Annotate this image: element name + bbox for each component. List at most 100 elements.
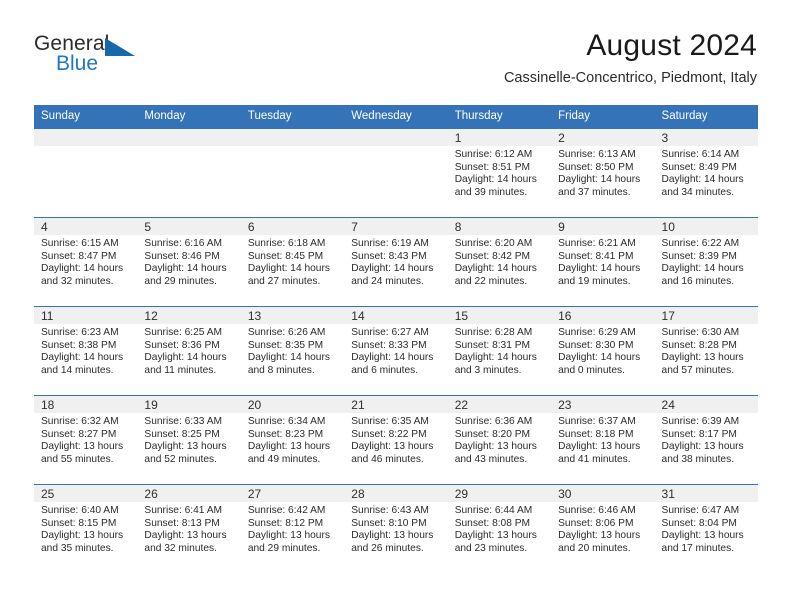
- day-number: 29: [447, 485, 552, 502]
- day-sun-info: Sunrise: 6:39 AM Sunset: 8:17 PM Daylight:…: [655, 413, 758, 466]
- day-sun-info: Sunrise: 6:32 AM Sunset: 8:27 PM Daylight:…: [34, 413, 137, 466]
- daylight-duration-line2: and 22 minutes.: [454, 275, 528, 287]
- day-sun-info: Sunrise: 6:33 AM Sunset: 8:25 PM Daylight:…: [137, 413, 240, 466]
- day-number: 3: [654, 129, 758, 146]
- weekday-header-thursday: Thursday: [447, 105, 552, 129]
- daylight-duration-line2: and 35 minutes.: [41, 542, 114, 554]
- calendar-day-cell[interactable]: 16 Sunrise: 6:29 AM Sunset: 8:30 PM Dayligh…: [551, 306, 655, 396]
- sunset-time: Sunset: 8:13 PM: [144, 517, 220, 529]
- calendar-day-cell[interactable]: 2 Sunrise: 6:13 AM Sunset: 8:50 PM Daylight…: [551, 128, 655, 218]
- calendar-day-cell[interactable]: 6 Sunrise: 6:18 AM Sunset: 8:45 PM Daylight…: [240, 217, 345, 307]
- calendar-day-cell[interactable]: 30 Sunrise: 6:46 AM Sunset: 8:06 PM Dayligh…: [551, 484, 655, 574]
- day-sun-info: Sunrise: 6:15 AM Sunset: 8:47 PM Daylight:…: [34, 235, 137, 288]
- day-number: 20: [240, 396, 345, 413]
- day-number: 27: [240, 485, 345, 502]
- sunset-time: Sunset: 8:31 PM: [454, 339, 531, 351]
- sunset-time: Sunset: 8:18 PM: [558, 428, 634, 440]
- day-box: 3 Sunrise: 6:14 AM Sunset: 8:49 PM Daylight…: [654, 129, 758, 217]
- daylight-duration-line2: and 38 minutes.: [661, 453, 735, 465]
- day-number: 18: [34, 396, 138, 413]
- daylight-duration-line1: Daylight: 13 hours: [454, 530, 537, 542]
- calendar-day-cell[interactable]: 14 Sunrise: 6:27 AM Sunset: 8:33 PM Dayligh…: [344, 306, 448, 396]
- calendar-week-row: 25 Sunrise: 6:40 AM Sunset: 8:15 PM Dayligh…: [34, 484, 758, 574]
- daylight-duration-line1: Daylight: 14 hours: [41, 352, 124, 364]
- calendar-day-cell[interactable]: 8 Sunrise: 6:20 AM Sunset: 8:42 PM Daylight…: [447, 217, 552, 307]
- calendar-day-cell[interactable]: 18 Sunrise: 6:32 AM Sunset: 8:27 PM Dayligh…: [34, 395, 138, 485]
- sunrise-time: Sunrise: 6:27 AM: [351, 327, 429, 338]
- daylight-duration-line1: Daylight: 14 hours: [454, 352, 537, 364]
- daylight-duration-line2: and 55 minutes.: [41, 453, 114, 465]
- day-number: [240, 129, 345, 146]
- daylight-duration-line1: Daylight: 13 hours: [351, 530, 434, 542]
- weekday-header-wednesday: Wednesday: [344, 105, 448, 129]
- calendar-day-cell[interactable]: 12 Sunrise: 6:25 AM Sunset: 8:36 PM Dayligh…: [137, 306, 241, 396]
- sunrise-time: Sunrise: 6:37 AM: [558, 416, 636, 427]
- calendar-day-cell[interactable]: 26 Sunrise: 6:41 AM Sunset: 8:13 PM Dayligh…: [137, 484, 241, 574]
- sunset-time: Sunset: 8:39 PM: [661, 250, 737, 262]
- daylight-duration-line2: and 29 minutes.: [144, 275, 217, 287]
- sunset-time: Sunset: 8:04 PM: [661, 517, 737, 529]
- weekday-header-monday: Monday: [137, 105, 241, 129]
- calendar-day-cell[interactable]: 1 Sunrise: 6:12 AM Sunset: 8:51 PM Daylight…: [447, 128, 552, 218]
- day-box: 7 Sunrise: 6:19 AM Sunset: 8:43 PM Daylight…: [344, 218, 448, 306]
- sunrise-time: Sunrise: 6:39 AM: [661, 416, 740, 427]
- calendar-day-cell[interactable]: 3 Sunrise: 6:14 AM Sunset: 8:49 PM Daylight…: [654, 128, 758, 218]
- sunset-time: Sunset: 8:25 PM: [144, 428, 220, 440]
- daylight-duration-line2: and 41 minutes.: [558, 453, 631, 465]
- calendar-day-cell[interactable]: 11 Sunrise: 6:23 AM Sunset: 8:38 PM Dayligh…: [34, 306, 138, 396]
- daylight-duration-line2: and 19 minutes.: [558, 275, 631, 287]
- calendar-day-cell[interactable]: 22 Sunrise: 6:36 AM Sunset: 8:20 PM Dayligh…: [447, 395, 552, 485]
- calendar-day-cell[interactable]: 23 Sunrise: 6:37 AM Sunset: 8:18 PM Dayligh…: [551, 395, 655, 485]
- calendar-day-cell[interactable]: 19 Sunrise: 6:33 AM Sunset: 8:25 PM Dayligh…: [137, 395, 241, 485]
- day-sun-info: Sunrise: 6:16 AM Sunset: 8:46 PM Daylight:…: [137, 235, 240, 288]
- sunrise-time: Sunrise: 6:16 AM: [144, 238, 223, 249]
- calendar-week-row: 1 Sunrise: 6:12 AM Sunset: 8:51 PM Daylight…: [34, 128, 758, 218]
- title-block: August 2024 Cassinelle-Concentrico, Pied…: [504, 28, 757, 87]
- daylight-duration-line1: Daylight: 13 hours: [247, 441, 330, 453]
- calendar-day-cell[interactable]: 4 Sunrise: 6:15 AM Sunset: 8:47 PM Daylight…: [34, 217, 138, 307]
- sunrise-time: Sunrise: 6:33 AM: [144, 416, 223, 427]
- calendar-day-cell[interactable]: 25 Sunrise: 6:40 AM Sunset: 8:15 PM Dayligh…: [34, 484, 138, 574]
- page-header: General Blue August 2024 Cassinelle-Conc…: [34, 28, 757, 98]
- calendar-day-cell[interactable]: 21 Sunrise: 6:35 AM Sunset: 8:22 PM Dayligh…: [344, 395, 448, 485]
- day-box: 21 Sunrise: 6:35 AM Sunset: 8:22 PM Dayligh…: [344, 396, 448, 484]
- day-number: 10: [654, 218, 758, 235]
- daylight-duration-line2: and 46 minutes.: [351, 453, 424, 465]
- sunrise-time: Sunrise: 6:12 AM: [454, 149, 533, 160]
- daylight-duration-line2: and 49 minutes.: [247, 453, 321, 465]
- day-box: 20 Sunrise: 6:34 AM Sunset: 8:23 PM Dayligh…: [240, 396, 345, 484]
- calendar-day-cell[interactable]: 9 Sunrise: 6:21 AM Sunset: 8:41 PM Daylight…: [551, 217, 655, 307]
- daylight-duration-line1: Daylight: 14 hours: [247, 263, 330, 275]
- calendar-day-cell[interactable]: 7 Sunrise: 6:19 AM Sunset: 8:43 PM Daylight…: [344, 217, 448, 307]
- calendar-day-cell[interactable]: 20 Sunrise: 6:34 AM Sunset: 8:23 PM Dayligh…: [240, 395, 345, 485]
- calendar-day-cell[interactable]: 28 Sunrise: 6:43 AM Sunset: 8:10 PM Dayligh…: [344, 484, 448, 574]
- daylight-duration-line1: Daylight: 13 hours: [41, 530, 124, 542]
- sunset-time: Sunset: 8:41 PM: [558, 250, 634, 262]
- daylight-duration-line1: Daylight: 14 hours: [661, 174, 744, 186]
- calendar-day-cell[interactable]: 10 Sunrise: 6:22 AM Sunset: 8:39 PM Dayligh…: [654, 217, 758, 307]
- day-box: [240, 129, 345, 217]
- daylight-duration-line2: and 23 minutes.: [454, 542, 528, 554]
- calendar-day-cell[interactable]: 27 Sunrise: 6:42 AM Sunset: 8:12 PM Dayligh…: [240, 484, 345, 574]
- day-number: [34, 129, 138, 146]
- calendar-day-cell[interactable]: 5 Sunrise: 6:16 AM Sunset: 8:46 PM Daylight…: [137, 217, 241, 307]
- sunrise-time: Sunrise: 6:18 AM: [247, 238, 326, 249]
- day-box: 12 Sunrise: 6:25 AM Sunset: 8:36 PM Dayligh…: [137, 307, 241, 395]
- calendar-day-cell[interactable]: 29 Sunrise: 6:44 AM Sunset: 8:08 PM Dayligh…: [447, 484, 552, 574]
- day-box: 11 Sunrise: 6:23 AM Sunset: 8:38 PM Dayligh…: [34, 307, 138, 395]
- calendar-day-cell[interactable]: 15 Sunrise: 6:28 AM Sunset: 8:31 PM Dayligh…: [447, 306, 552, 396]
- brand-logo[interactable]: General Blue: [34, 32, 194, 88]
- calendar-day-cell[interactable]: 31 Sunrise: 6:47 AM Sunset: 8:04 PM Dayligh…: [654, 484, 758, 574]
- calendar-day-cell[interactable]: [240, 128, 345, 218]
- day-number: 17: [654, 307, 758, 324]
- day-box: 19 Sunrise: 6:33 AM Sunset: 8:25 PM Dayligh…: [137, 396, 241, 484]
- calendar-day-cell[interactable]: [34, 128, 138, 218]
- calendar-day-cell[interactable]: 24 Sunrise: 6:39 AM Sunset: 8:17 PM Dayligh…: [654, 395, 758, 485]
- sunset-time: Sunset: 8:15 PM: [41, 517, 117, 529]
- calendar-day-cell[interactable]: [137, 128, 241, 218]
- day-sun-info: Sunrise: 6:40 AM Sunset: 8:15 PM Daylight:…: [34, 502, 137, 555]
- calendar-day-cell[interactable]: 17 Sunrise: 6:30 AM Sunset: 8:28 PM Dayligh…: [654, 306, 758, 396]
- calendar-day-cell[interactable]: 13 Sunrise: 6:26 AM Sunset: 8:35 PM Dayligh…: [240, 306, 345, 396]
- calendar-day-cell[interactable]: [344, 128, 448, 218]
- daylight-duration-line1: Daylight: 14 hours: [41, 263, 124, 275]
